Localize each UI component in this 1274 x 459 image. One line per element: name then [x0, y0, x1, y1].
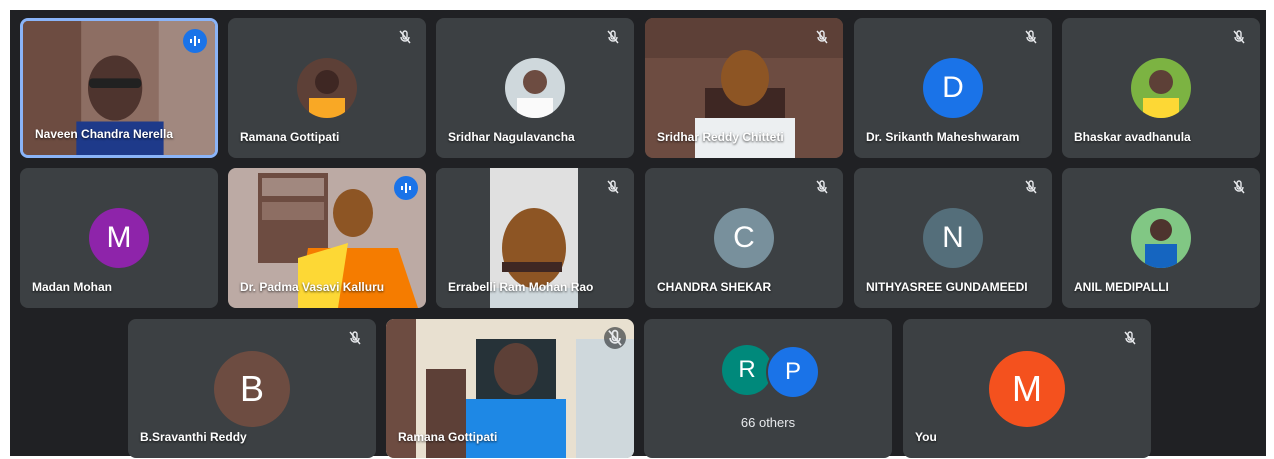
participant-tile-you[interactable]: M You — [903, 319, 1151, 458]
participant-tile-padma[interactable]: Dr. Padma Vasavi Kalluru — [228, 168, 426, 308]
participant-name: ANIL MEDIPALLI — [1074, 280, 1169, 294]
mic-off-icon — [1230, 178, 1248, 196]
participant-name: Sridhar Nagulavancha — [448, 130, 575, 144]
mic-off-icon — [813, 178, 831, 196]
participant-tile-anil[interactable]: ANIL MEDIPALLI — [1062, 168, 1260, 308]
participant-tile-errabelli[interactable]: Errabelli Ram Mohan Rao — [436, 168, 634, 308]
mic-off-icon — [604, 178, 622, 196]
participant-tile-sravanthi[interactable]: B B.Sravanthi Reddy — [128, 319, 376, 458]
participant-name: Dr. Srikanth Maheshwaram — [866, 130, 1020, 144]
avatar: C — [714, 208, 774, 268]
participant-tile-madan[interactable]: M Madan Mohan — [20, 168, 218, 308]
others-count-label: 66 others — [740, 415, 796, 430]
participant-tile-naveen[interactable]: Naveen Chandra Nerella — [20, 18, 218, 158]
mic-off-icon — [604, 327, 626, 349]
participant-name: NITHYASREE GUNDAMEEDI — [866, 280, 1028, 294]
participant-name: Bhaskar avadhanula — [1074, 130, 1191, 144]
participant-tile-sridhar-n[interactable]: Sridhar Nagulavancha — [436, 18, 634, 158]
mic-off-icon — [1022, 178, 1040, 196]
participant-tile-bhaskar[interactable]: Bhaskar avadhanula — [1062, 18, 1260, 158]
participant-tile-ramana-video[interactable]: Ramana Gottipati — [386, 319, 634, 458]
participant-tile-nithyasree[interactable]: N NITHYASREE GUNDAMEEDI — [854, 168, 1052, 308]
avatar: N — [923, 208, 983, 268]
participant-tile-sridhar-reddy[interactable]: Sridhar Reddy Chitteti — [645, 18, 843, 158]
participant-name: You — [915, 430, 937, 444]
avatar-p: P — [766, 345, 820, 399]
audio-level-icon — [183, 29, 207, 53]
profile-photo — [505, 58, 565, 118]
participant-tile-ramana[interactable]: Ramana Gottipati — [228, 18, 426, 158]
avatar: M — [989, 351, 1065, 427]
avatar: M — [89, 208, 149, 268]
participant-name: Sridhar Reddy Chitteti — [657, 130, 784, 144]
participant-name: Errabelli Ram Mohan Rao — [448, 280, 594, 294]
participant-name: Naveen Chandra Nerella — [35, 127, 174, 141]
avatar: B — [214, 351, 290, 427]
audio-level-icon — [394, 176, 418, 200]
mic-off-icon — [813, 28, 831, 46]
participant-name: Ramana Gottipati — [240, 130, 340, 144]
mic-off-icon — [1022, 28, 1040, 46]
mic-off-icon — [604, 28, 622, 46]
profile-photo — [1131, 208, 1191, 268]
participant-name: Ramana Gottipati — [398, 430, 498, 444]
participant-tile-chandra[interactable]: C CHANDRA SHEKAR — [645, 168, 843, 308]
mic-off-icon — [346, 329, 364, 347]
profile-photo — [297, 58, 357, 118]
mic-off-icon — [1230, 28, 1248, 46]
participant-name: Dr. Padma Vasavi Kalluru — [240, 280, 385, 294]
participant-name: Madan Mohan — [32, 280, 112, 294]
avatar: D — [923, 58, 983, 118]
avatar-r: R — [722, 345, 772, 395]
participant-name: B.Sravanthi Reddy — [140, 430, 247, 444]
participant-tile-srikanth[interactable]: D Dr. Srikanth Maheshwaram — [854, 18, 1052, 158]
mic-off-icon — [1121, 329, 1139, 347]
others-tile[interactable]: R P 66 others — [644, 319, 892, 458]
mic-off-icon — [396, 28, 414, 46]
meeting-grid: Naveen Chandra Nerella Ramana Gottipati … — [10, 10, 1266, 458]
participant-name: CHANDRA SHEKAR — [657, 280, 772, 294]
profile-photo — [1131, 58, 1191, 118]
